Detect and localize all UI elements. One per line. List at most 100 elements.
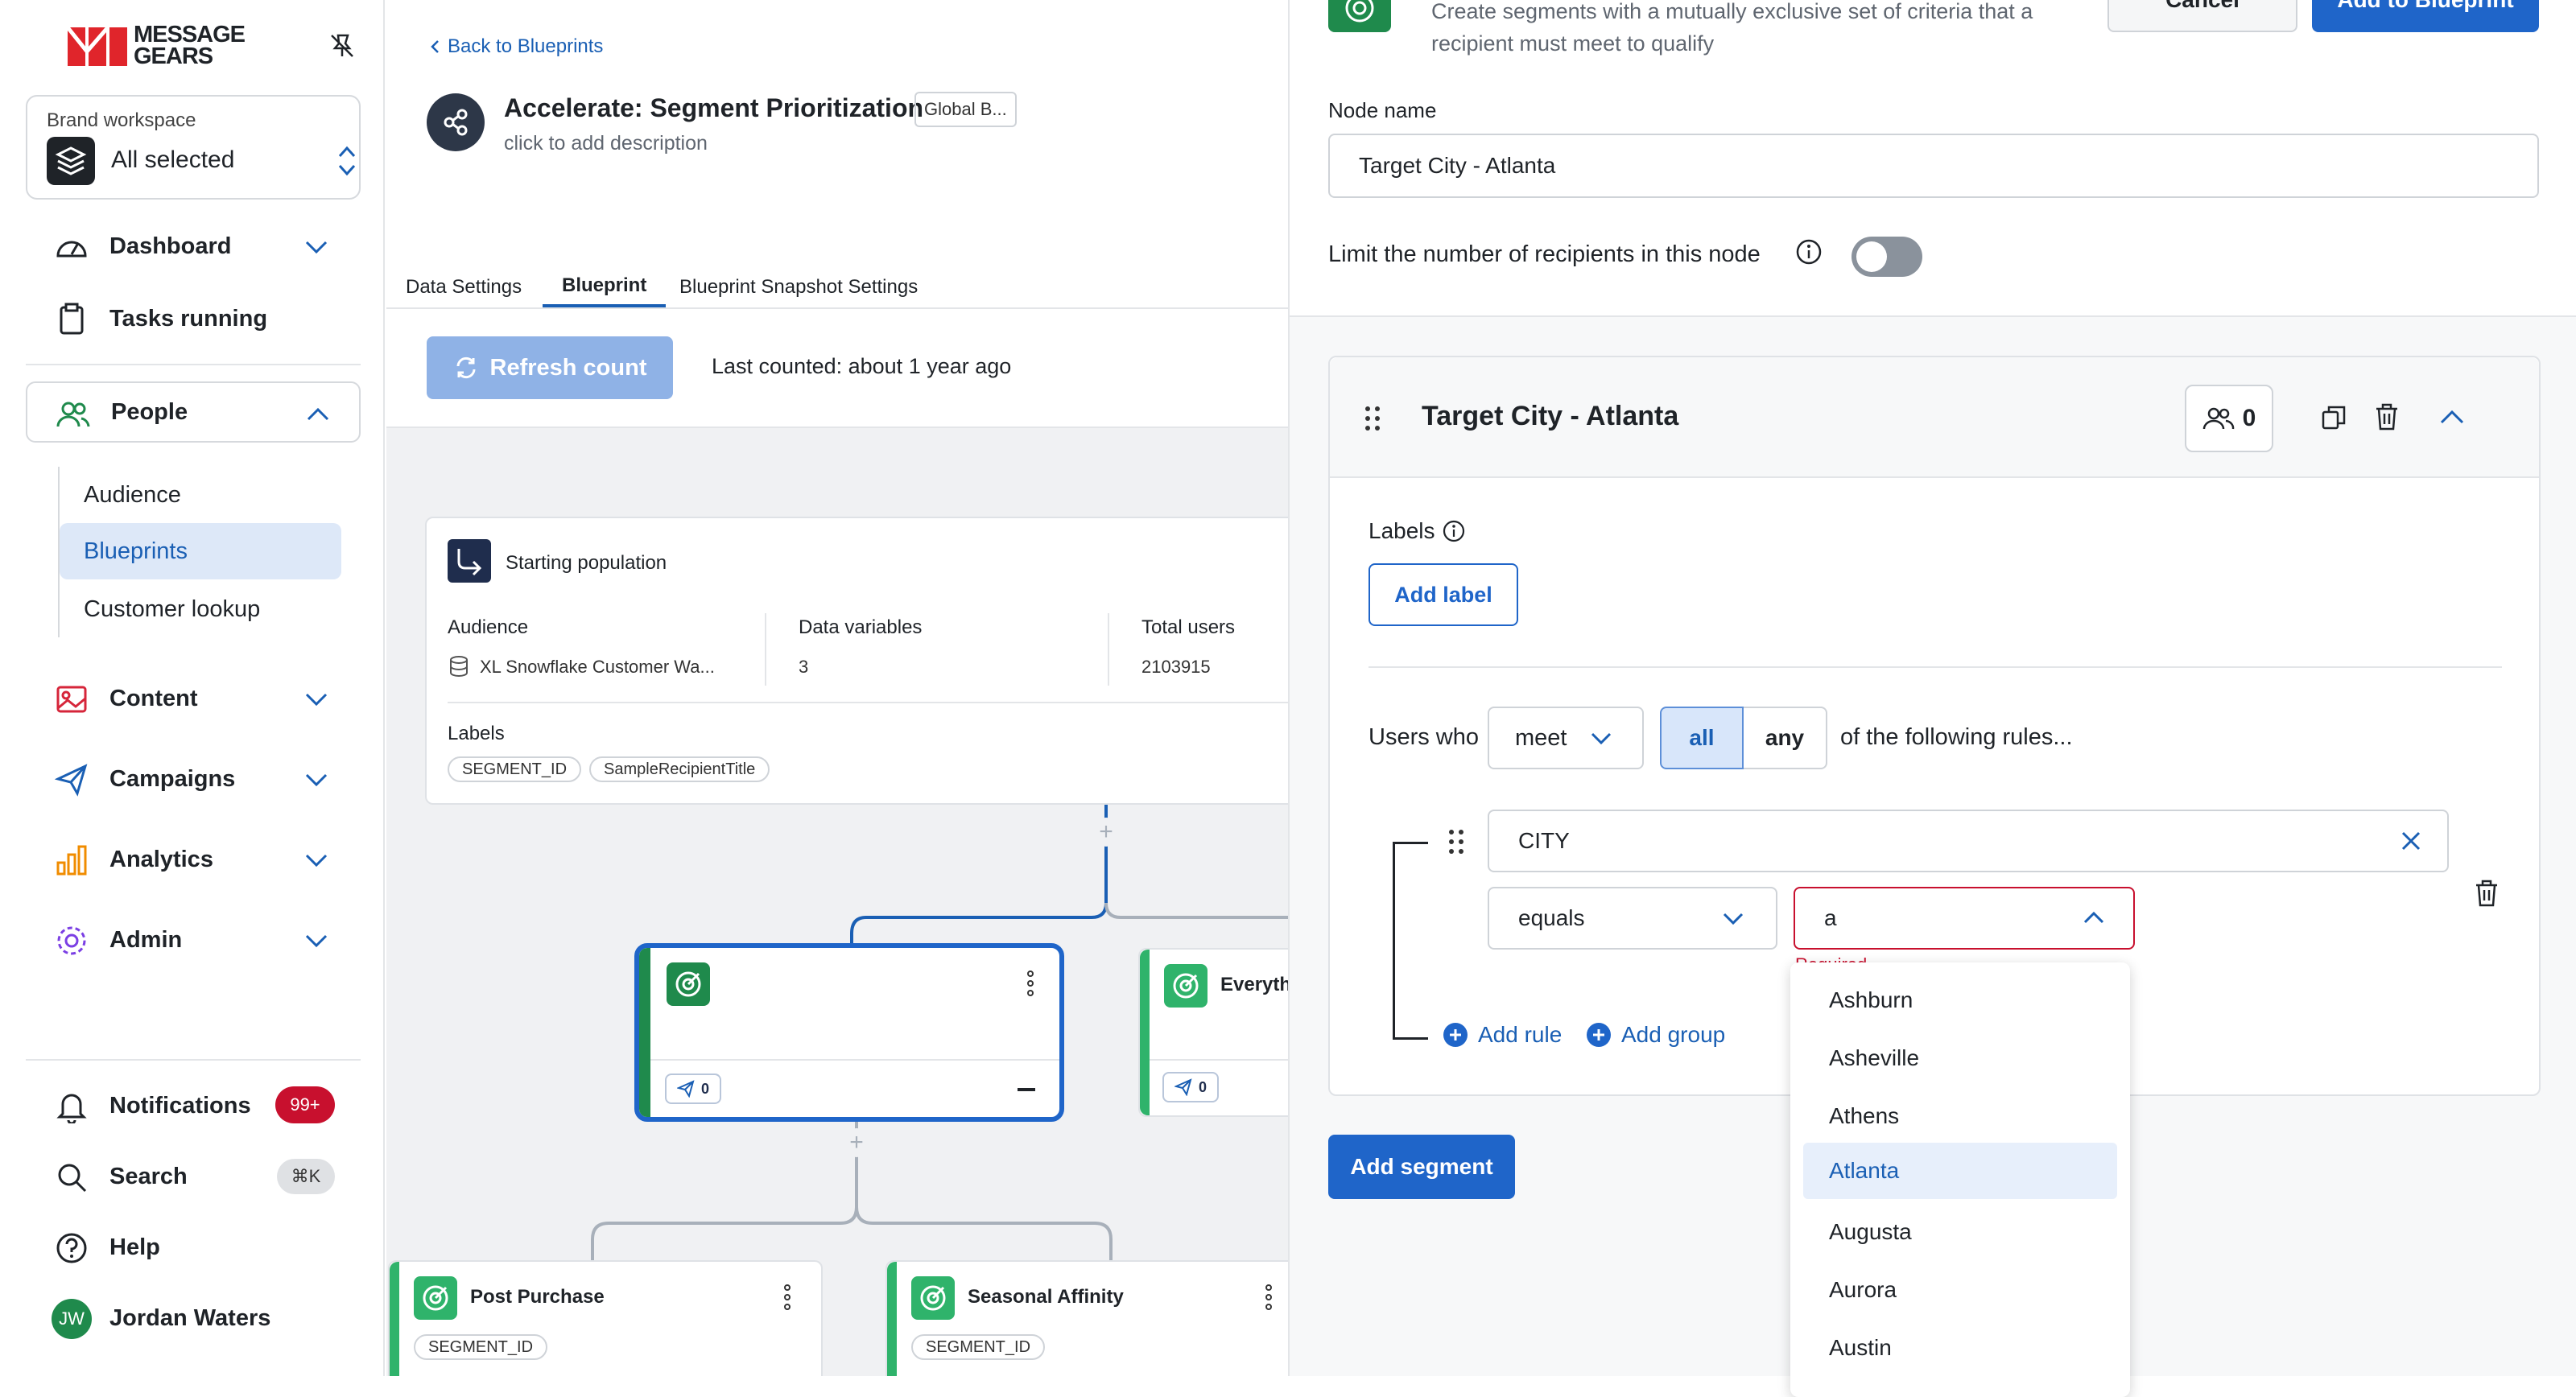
selected-segment-node[interactable]: 0 bbox=[634, 943, 1064, 1122]
paper-plane-icon bbox=[1174, 1078, 1192, 1096]
user-profile[interactable]: JW Jordan Waters bbox=[26, 1288, 361, 1349]
option-athens[interactable]: Athens bbox=[1803, 1088, 2117, 1144]
option-augusta[interactable]: Augusta bbox=[1803, 1204, 2117, 1260]
add-to-blueprint-button[interactable]: Add to Blueprint bbox=[2312, 0, 2539, 32]
nav-help[interactable]: Help bbox=[26, 1217, 361, 1278]
logo-line-2: GEARS bbox=[134, 43, 213, 69]
notifications-badge: 99+ bbox=[275, 1086, 335, 1123]
add-node-plus-icon[interactable]: + bbox=[842, 1128, 871, 1157]
workspace-selector[interactable]: Brand workspace All selected bbox=[26, 95, 361, 200]
node-accent-bar bbox=[639, 948, 650, 1117]
nav-campaigns[interactable]: Campaigns bbox=[26, 748, 361, 810]
chevron-down-icon bbox=[1591, 732, 1612, 745]
chevron-down-icon bbox=[1723, 913, 1744, 925]
value-combobox[interactable]: a bbox=[1794, 887, 2135, 950]
seasonal-affinity-node[interactable]: Seasonal Affinity SEGMENT_ID bbox=[886, 1260, 1288, 1376]
nav-help-label: Help bbox=[109, 1234, 160, 1260]
collapse-icon[interactable] bbox=[1018, 1088, 1035, 1091]
info-icon[interactable] bbox=[1442, 519, 1466, 543]
node-divider bbox=[650, 1059, 1059, 1061]
limit-recipients-toggle[interactable] bbox=[1852, 237, 1922, 277]
nav-admin-label: Admin bbox=[109, 926, 183, 953]
audience-value[interactable]: XL Snowflake Customer Wa... bbox=[480, 657, 715, 678]
add-segment-button[interactable]: Add segment bbox=[1328, 1135, 1515, 1199]
nav-admin[interactable]: Admin bbox=[26, 909, 361, 970]
labels-label: Labels bbox=[1368, 518, 1466, 544]
trash-icon[interactable] bbox=[2373, 402, 2401, 431]
label-chip: SEGMENT_ID bbox=[448, 756, 582, 782]
segment-count: 0 bbox=[2242, 405, 2256, 431]
add-node-plus-icon[interactable]: + bbox=[1092, 818, 1121, 847]
starting-population-title: Starting population bbox=[506, 552, 667, 574]
nav-customer-lookup[interactable]: Customer lookup bbox=[60, 581, 341, 637]
chevron-updown-icon bbox=[338, 146, 356, 176]
rule-field-value: CITY bbox=[1518, 828, 1570, 853]
nav-analytics-label: Analytics bbox=[109, 846, 213, 872]
info-icon[interactable] bbox=[1795, 238, 1823, 266]
nav-blueprints[interactable]: Blueprints bbox=[60, 523, 341, 579]
everything-segment-node[interactable]: Everyth 0 bbox=[1138, 948, 1288, 1117]
chevron-up-icon[interactable] bbox=[2082, 908, 2106, 927]
chevron-up-icon[interactable] bbox=[2438, 406, 2467, 430]
messagegears-logo[interactable]: MESSAGE GEARS bbox=[68, 23, 277, 69]
meet-select[interactable]: meet bbox=[1488, 707, 1644, 769]
nav-analytics[interactable]: Analytics bbox=[26, 829, 361, 890]
user-name: Jordan Waters bbox=[109, 1304, 271, 1331]
kebab-menu-icon[interactable] bbox=[1261, 1281, 1277, 1313]
node-accent-bar bbox=[1140, 950, 1150, 1115]
nav-search-label: Search bbox=[109, 1163, 188, 1189]
operator-select[interactable]: equals bbox=[1488, 887, 1777, 950]
add-rule-button[interactable]: Add rule bbox=[1443, 1022, 1562, 1048]
chevron-down-icon bbox=[305, 773, 328, 787]
duplicate-icon[interactable] bbox=[2320, 404, 2347, 431]
nav-tasks-label: Tasks running bbox=[109, 305, 268, 332]
node-divider bbox=[1150, 1059, 1288, 1061]
kebab-menu-icon[interactable] bbox=[1022, 967, 1038, 999]
nav-people[interactable]: People bbox=[26, 381, 361, 443]
match-any-button[interactable]: any bbox=[1744, 707, 1827, 769]
target-icon bbox=[423, 1285, 448, 1311]
close-icon[interactable] bbox=[2399, 829, 2423, 853]
cancel-button[interactable]: Cancel bbox=[2107, 0, 2297, 32]
drag-handle-icon[interactable] bbox=[1362, 402, 1383, 435]
option-atlanta[interactable]: Atlanta bbox=[1803, 1143, 2117, 1199]
add-label-button[interactable]: Add label bbox=[1368, 563, 1518, 626]
drag-handle-icon[interactable] bbox=[1446, 826, 1467, 858]
clipboard-icon bbox=[60, 303, 84, 335]
back-link-label: Back to Blueprints bbox=[448, 35, 604, 57]
nav-dashboard[interactable]: Dashboard bbox=[26, 216, 361, 277]
option-aurora[interactable]: Aurora bbox=[1803, 1262, 2117, 1318]
rule-field-select[interactable]: CITY bbox=[1488, 810, 2449, 872]
node-accent-bar bbox=[390, 1262, 399, 1376]
logo-text: MESSAGE GEARS bbox=[134, 23, 246, 69]
add-group-button[interactable]: Add group bbox=[1586, 1022, 1725, 1048]
nav-content[interactable]: Content bbox=[26, 668, 361, 729]
nav-audience[interactable]: Audience bbox=[60, 467, 341, 523]
back-link[interactable]: Back to Blueprints bbox=[428, 35, 603, 58]
tab-blueprint-snapshot-settings[interactable]: Blueprint Snapshot Settings bbox=[679, 267, 918, 307]
toggle-knob bbox=[1856, 241, 1887, 272]
segment-target-icon bbox=[667, 962, 710, 1006]
option-ashburn[interactable]: Ashburn bbox=[1803, 972, 2117, 1028]
unpin-icon[interactable] bbox=[328, 32, 356, 60]
kebab-menu-icon[interactable] bbox=[779, 1281, 795, 1313]
starting-population-card[interactable]: Starting population Audience XL Snowflak… bbox=[425, 517, 1288, 805]
tab-blueprint[interactable]: Blueprint bbox=[543, 267, 667, 307]
nav-tasks-running[interactable]: Tasks running bbox=[26, 288, 361, 349]
blueprint-description[interactable]: click to add description bbox=[504, 132, 708, 155]
target-icon bbox=[675, 971, 701, 997]
option-asheville[interactable]: Asheville bbox=[1803, 1030, 2117, 1086]
city-options-dropdown: Ashburn Asheville Athens Atlanta Augusta… bbox=[1790, 962, 2130, 1397]
post-purchase-node[interactable]: Post Purchase SEGMENT_ID bbox=[388, 1260, 823, 1376]
value-input-text: a bbox=[1824, 905, 1837, 930]
match-all-button[interactable]: all bbox=[1660, 707, 1744, 769]
trash-icon[interactable] bbox=[2473, 879, 2500, 908]
option-austin[interactable]: Austin bbox=[1803, 1320, 2117, 1376]
tab-data-settings[interactable]: Data Settings bbox=[406, 267, 522, 307]
campaign-count-pill: 0 bbox=[1162, 1072, 1219, 1102]
refresh-count-label: Refresh count bbox=[489, 354, 647, 381]
node-name-input[interactable] bbox=[1328, 134, 2539, 198]
blueprint-tag[interactable]: Global B... bbox=[914, 92, 1017, 127]
data-variables-value: 3 bbox=[799, 657, 809, 677]
refresh-count-button[interactable]: Refresh count bbox=[427, 336, 673, 399]
